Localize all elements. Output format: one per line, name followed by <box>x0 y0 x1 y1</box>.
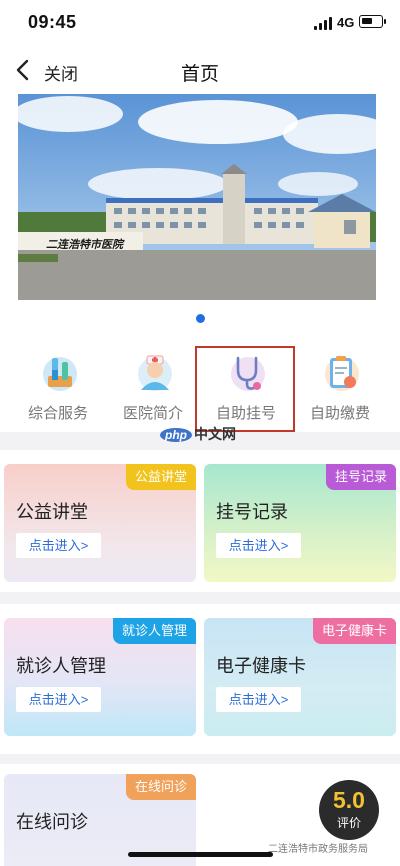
hospital-banner-image[interactable]: 二连浩特市医院 <box>18 94 376 300</box>
battery-icon <box>359 15 386 28</box>
flask-icon <box>43 357 77 391</box>
card-tag: 在线问诊 <box>125 774 196 800</box>
enter-button[interactable]: 点击进入> <box>216 687 301 712</box>
quick-label: 综合服务 <box>27 405 88 422</box>
card-title: 公益讲堂 <box>16 502 88 522</box>
card-tag: 电子健康卡 <box>312 618 396 644</box>
status-time: 09:45 <box>28 12 77 32</box>
card-registration-record[interactable]: 挂号记录 挂号记录 点击进入> <box>204 464 396 582</box>
quick-item-self-payment[interactable]: 自助缴费 <box>290 346 390 426</box>
card-public-lecture[interactable]: 公益讲堂 公益讲堂 点击进入> <box>4 464 196 582</box>
carousel-dot-active[interactable] <box>196 314 205 323</box>
card-title: 就诊人管理 <box>16 656 106 676</box>
home-indicator[interactable] <box>128 852 273 857</box>
network-label: 4G <box>337 15 355 30</box>
quick-label: 医院简介 <box>122 405 183 422</box>
card-tag: 挂号记录 <box>325 464 396 490</box>
site-watermark: php 中文网 <box>160 424 236 444</box>
signal-icon <box>314 17 334 30</box>
quick-label: 自助缴费 <box>309 405 370 422</box>
nav-bar: 关闭 首页 <box>0 48 400 92</box>
screen: 09:45 4G 关闭 首页 二连浩特市医院 综合服务 医院简介 自助挂号 自助… <box>0 0 400 866</box>
quick-item-general-service[interactable]: 综合服务 <box>8 346 108 426</box>
nurse-icon <box>138 355 172 391</box>
rating-score: 5.0 <box>333 787 365 813</box>
card-section-1: 公益讲堂 公益讲堂 点击进入> 挂号记录 挂号记录 点击进入> <box>0 450 400 592</box>
page-title: 首页 <box>180 64 219 85</box>
card-section-2: 就诊人管理 就诊人管理 点击进入> 电子健康卡 电子健康卡 点击进入> <box>0 604 400 754</box>
enter-button[interactable]: 点击进入> <box>216 533 301 558</box>
enter-button[interactable]: 点击进入> <box>16 687 101 712</box>
clipboard-icon <box>325 356 359 391</box>
rating-label: 评价 <box>336 816 361 830</box>
card-patient-management[interactable]: 就诊人管理 就诊人管理 点击进入> <box>4 618 196 736</box>
banner-sign-text: 二连浩特市医院 <box>46 239 123 251</box>
card-title: 在线问诊 <box>16 812 88 832</box>
card-title: 电子健康卡 <box>216 656 306 676</box>
card-title: 挂号记录 <box>216 502 288 522</box>
quick-item-hospital-intro[interactable]: 医院简介 <box>103 346 203 426</box>
watermark-text: 中文网 <box>194 426 236 442</box>
footer-watermark: 二连浩特市政务服务局 <box>268 844 368 855</box>
card-health-card[interactable]: 电子健康卡 电子健康卡 点击进入> <box>204 618 396 736</box>
selection-highlight-box <box>195 346 295 432</box>
card-tag: 公益讲堂 <box>125 464 196 490</box>
card-tag: 就诊人管理 <box>112 618 196 644</box>
enter-button[interactable]: 点击进入> <box>16 533 101 558</box>
watermark-badge: php <box>160 428 192 442</box>
status-bar: 09:45 4G <box>0 0 400 48</box>
rating-button[interactable]: 5.0 评价 <box>319 780 379 840</box>
battery-level <box>362 18 372 24</box>
